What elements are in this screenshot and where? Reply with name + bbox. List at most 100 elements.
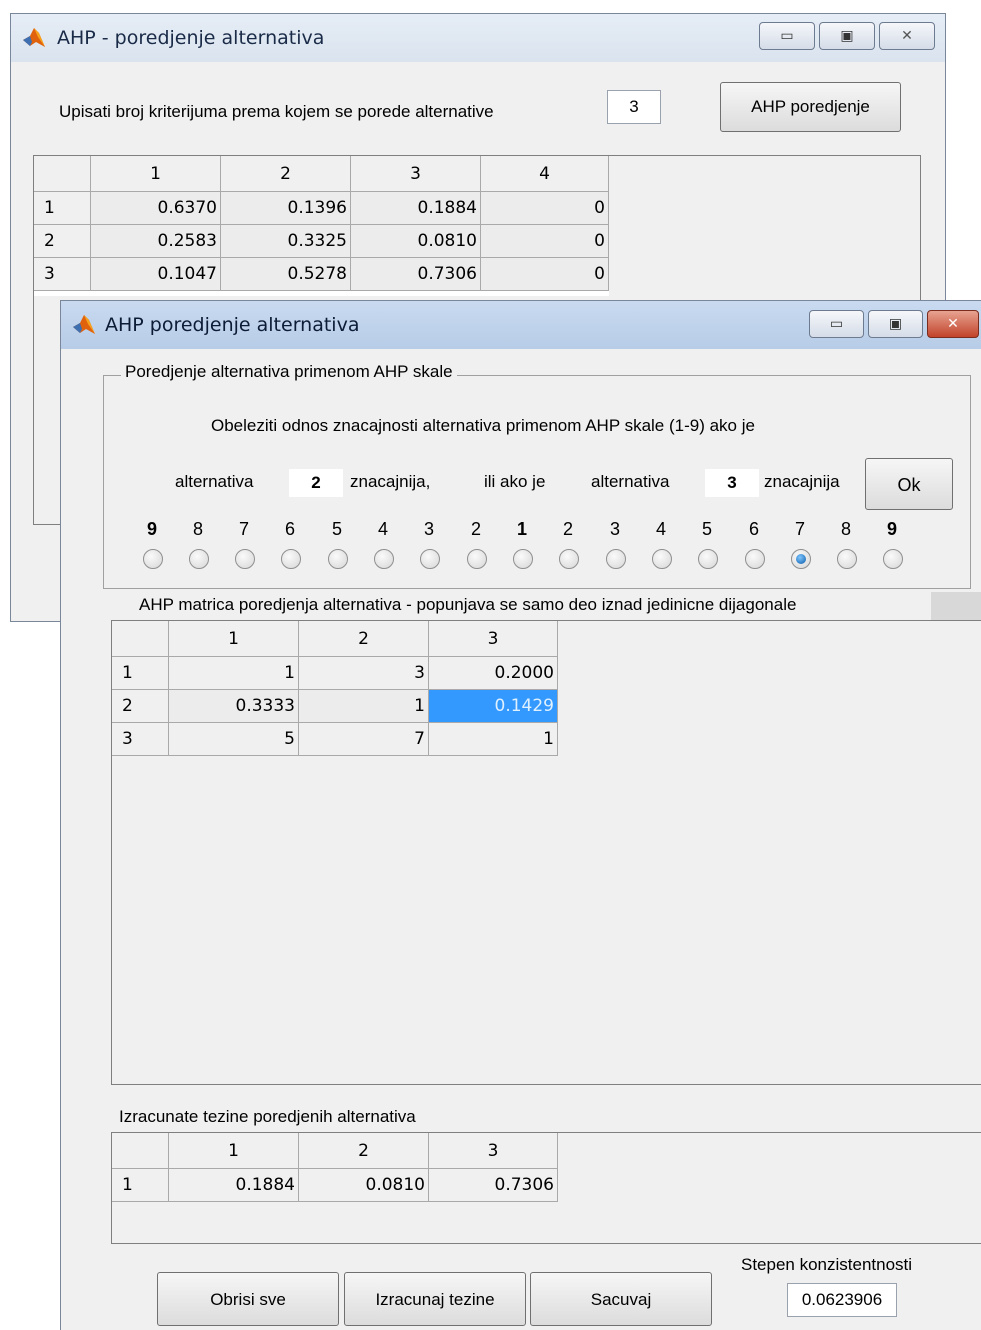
ahp-compare-button[interactable]: AHP poredjenje	[720, 82, 901, 132]
scale-radio[interactable]	[467, 549, 487, 569]
column-header[interactable]: 3	[351, 156, 481, 192]
table-cell[interactable]: 0.1884	[351, 192, 481, 225]
table-cell[interactable]: 0.6370	[91, 192, 221, 225]
row-header[interactable]: 1	[112, 1169, 169, 1202]
column-header[interactable]: 1	[169, 1133, 299, 1169]
row-header[interactable]: 3	[112, 723, 169, 756]
table-cell[interactable]: 0	[481, 258, 609, 291]
matrix-cell[interactable]: 5	[169, 723, 299, 756]
column-header[interactable]: 3	[429, 621, 558, 657]
table-cell[interactable]: 0	[481, 192, 609, 225]
row-header[interactable]: 2	[34, 225, 91, 258]
table-cell[interactable]: 0.5278	[221, 258, 351, 291]
scale-label: 4	[655, 519, 666, 539]
scale-radio[interactable]	[189, 549, 209, 569]
scale-label: 3	[423, 519, 434, 539]
scale-label: 9	[886, 519, 897, 539]
comparison-window-titlebar[interactable]: AHP poredjenje alternativa ▭ ▣ ✕	[61, 301, 981, 349]
scale-label: 8	[192, 519, 203, 539]
minimize-button[interactable]: ▭	[809, 310, 864, 338]
column-header[interactable]: 2	[221, 156, 351, 192]
criteria-count-input[interactable]: 3	[607, 90, 661, 124]
matrix-cell[interactable]: 1	[169, 657, 299, 690]
table-cell[interactable]: 0.7306	[351, 258, 481, 291]
scale-label: 3	[609, 519, 620, 539]
scale-radio[interactable]	[745, 549, 765, 569]
table-cell[interactable]: 0.3325	[221, 225, 351, 258]
compute-weights-button[interactable]: Izracunaj tezine	[344, 1272, 526, 1326]
matrix-panel-title: AHP matrica poredjenja alternativa - pop…	[135, 595, 801, 615]
table-cell[interactable]: 0	[481, 225, 609, 258]
column-header[interactable]: 2	[299, 621, 429, 657]
table-cell[interactable]: 0.1047	[91, 258, 221, 291]
scale-radio[interactable]	[698, 549, 718, 569]
comparison-matrix-table: 1 2 3 1 1 3 0.2000 2 0.3333 1 0.1429 3 5…	[111, 620, 981, 1085]
ok-button[interactable]: Ok	[865, 458, 953, 510]
column-header[interactable]: 2	[299, 1133, 429, 1169]
scale-radio[interactable]	[235, 549, 255, 569]
alternative-1-field[interactable]: 2	[289, 469, 343, 497]
close-button[interactable]: ✕	[927, 310, 979, 338]
row-header[interactable]: 2	[112, 690, 169, 723]
scale-label: 5	[701, 519, 712, 539]
matrix-cell[interactable]: 0.3333	[169, 690, 299, 723]
column-header[interactable]: 3	[429, 1133, 558, 1169]
scale-radio[interactable]	[420, 549, 440, 569]
table-cell[interactable]: 0.2583	[91, 225, 221, 258]
clear-all-button[interactable]: Obrisi sve	[157, 1272, 339, 1326]
row-header[interactable]: 3	[34, 258, 91, 291]
column-header[interactable]: 4	[481, 156, 609, 192]
scale-radio[interactable]	[837, 549, 857, 569]
consistency-value[interactable]: 0.0623906	[787, 1283, 897, 1317]
panel-header-strip	[931, 592, 981, 620]
scale-radio[interactable]	[143, 549, 163, 569]
scale-radio[interactable]	[652, 549, 672, 569]
scale-radio[interactable]	[559, 549, 579, 569]
matrix-cell[interactable]: 1	[299, 690, 429, 723]
table-cell[interactable]: 0.1396	[221, 192, 351, 225]
scale-radio[interactable]	[374, 549, 394, 569]
maximize-button[interactable]: ▣	[819, 22, 875, 50]
alternative-label-2: alternativa	[591, 472, 670, 491]
weight-cell[interactable]: 0.7306	[429, 1169, 558, 1202]
weight-cell[interactable]: 0.0810	[299, 1169, 429, 1202]
matlab-icon	[23, 28, 45, 47]
maximize-button[interactable]: ▣	[868, 310, 923, 338]
minimize-button[interactable]: ▭	[759, 22, 815, 50]
matrix-cell[interactable]: 0.2000	[429, 657, 558, 690]
weights-table: 1 2 3 1 0.1884 0.0810 0.7306	[111, 1132, 981, 1244]
main-window-caption-buttons: ▭ ▣ ✕	[759, 22, 935, 50]
row-header[interactable]: 1	[34, 192, 91, 225]
matrix-cell[interactable]: 7	[299, 723, 429, 756]
close-button[interactable]: ✕	[879, 22, 935, 50]
scale-radio[interactable]	[328, 549, 348, 569]
main-window-title: AHP - poredjenje alternativa	[57, 27, 325, 49]
alternative-2-field[interactable]: 3	[705, 469, 759, 497]
scale-radio-selected[interactable]	[791, 549, 811, 569]
main-window-titlebar[interactable]: AHP - poredjenje alternativa ▭ ▣ ✕	[11, 14, 945, 62]
matrix-cell[interactable]: 1	[429, 723, 558, 756]
close-icon: ✕	[901, 28, 913, 44]
or-if-label: ili ako je	[484, 472, 546, 491]
scale-label: 8	[840, 519, 851, 539]
more-important-label-1: znacajnija,	[350, 472, 431, 491]
column-header[interactable]: 1	[169, 621, 299, 657]
table-cell[interactable]: 0.0810	[351, 225, 481, 258]
matrix-cell[interactable]: 3	[299, 657, 429, 690]
scale-radio[interactable]	[513, 549, 533, 569]
criteria-label: Upisati broj kriterijuma prema kojem se …	[59, 102, 494, 121]
table-corner	[34, 156, 91, 192]
comparison-window: AHP poredjenje alternativa ▭ ▣ ✕ Poredje…	[60, 300, 981, 1330]
scale-label: 4	[377, 519, 388, 539]
instruction-text: Obeleziti odnos znacajnosti alternativa …	[211, 416, 755, 435]
scale-panel-title: Poredjenje alternativa primenom AHP skal…	[121, 362, 457, 382]
save-button[interactable]: Sacuvaj	[530, 1272, 712, 1326]
scale-radio[interactable]	[281, 549, 301, 569]
weight-cell[interactable]: 0.1884	[169, 1169, 299, 1202]
scale-radio[interactable]	[606, 549, 626, 569]
matrix-cell-selected[interactable]: 0.1429	[429, 690, 558, 723]
column-header[interactable]: 1	[91, 156, 221, 192]
row-header[interactable]: 1	[112, 657, 169, 690]
scale-radio[interactable]	[883, 549, 903, 569]
scale-label: 9	[146, 519, 157, 539]
